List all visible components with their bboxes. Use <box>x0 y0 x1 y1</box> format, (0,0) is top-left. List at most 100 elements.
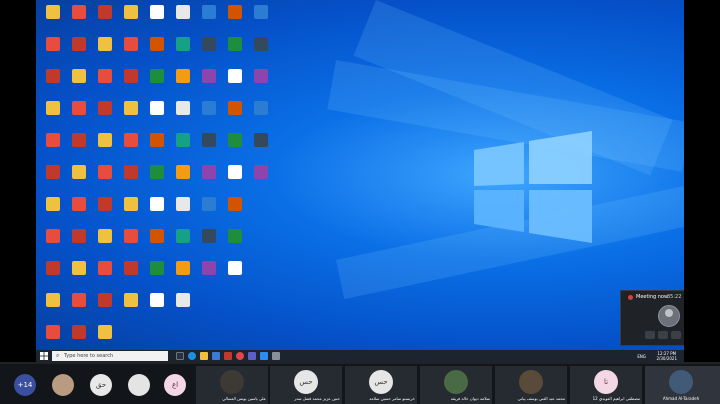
desktop-shortcut-icon[interactable] <box>196 258 222 288</box>
desktop-shortcut-icon[interactable] <box>92 66 118 96</box>
edge-icon[interactable] <box>188 352 196 360</box>
desktop-shortcut-icon[interactable] <box>222 2 248 32</box>
clock[interactable]: 12:27 PM 2/30/2021 <box>656 351 677 361</box>
desktop-shortcut-icon[interactable] <box>196 98 222 128</box>
desktop-shortcut-icon[interactable] <box>170 98 196 128</box>
desktop-shortcut-icon[interactable] <box>170 162 196 192</box>
start-button[interactable] <box>40 352 48 360</box>
desktop-shortcut-icon[interactable] <box>66 322 92 350</box>
desktop-shortcut-icon[interactable] <box>222 226 248 256</box>
desktop-shortcut-icon[interactable] <box>170 130 196 160</box>
desktop-shortcut-icon[interactable] <box>196 194 222 224</box>
app-icon[interactable] <box>272 352 280 360</box>
desktop-shortcut-icon[interactable] <box>144 66 170 96</box>
desktop-shortcut-icon[interactable] <box>40 66 66 96</box>
desktop-shortcut-icon[interactable] <box>170 194 196 224</box>
desktop-shortcut-icon[interactable] <box>118 66 144 96</box>
desktop-shortcut-icon[interactable] <box>196 162 222 192</box>
desktop-shortcut-icon[interactable] <box>40 226 66 256</box>
app-icon[interactable] <box>260 352 268 360</box>
desktop-shortcut-icon[interactable] <box>66 66 92 96</box>
desktop-shortcut-icon[interactable] <box>248 34 274 64</box>
desktop-shortcut-icon[interactable] <box>118 290 144 320</box>
file-explorer-icon[interactable] <box>200 352 208 360</box>
desktop-shortcut-icon[interactable] <box>248 130 274 160</box>
desktop-shortcut-icon[interactable] <box>248 66 274 96</box>
mic-button[interactable] <box>658 331 668 339</box>
language-indicator[interactable]: ENG <box>637 354 646 359</box>
desktop-shortcut-icon[interactable] <box>118 130 144 160</box>
participant-avatar[interactable] <box>52 374 74 396</box>
desktop-shortcut-icon[interactable] <box>66 194 92 224</box>
desktop-shortcut-icon[interactable] <box>66 98 92 128</box>
desktop-shortcut-icon[interactable] <box>40 34 66 64</box>
desktop-shortcut-icon[interactable] <box>170 2 196 32</box>
desktop-shortcut-icon[interactable] <box>66 2 92 32</box>
desktop-shortcut-icon[interactable] <box>92 194 118 224</box>
participant-tile[interactable]: علي ياسين يونس العسالي <box>196 366 268 404</box>
desktop-shortcut-icon[interactable] <box>66 226 92 256</box>
store-icon[interactable] <box>212 352 220 360</box>
desktop-shortcut-icon[interactable] <box>92 2 118 32</box>
desktop-shortcut-icon[interactable] <box>144 98 170 128</box>
desktop-shortcut-icon[interactable] <box>144 2 170 32</box>
desktop-shortcut-icon[interactable] <box>222 194 248 224</box>
desktop-shortcut-icon[interactable] <box>118 98 144 128</box>
desktop-shortcut-icon[interactable] <box>66 258 92 288</box>
desktop-shortcut-icon[interactable] <box>170 226 196 256</box>
desktop-shortcut-icon[interactable] <box>196 34 222 64</box>
desktop-shortcut-icon[interactable] <box>118 34 144 64</box>
desktop-shortcut-icon[interactable] <box>170 66 196 96</box>
desktop-shortcut-icon[interactable] <box>92 130 118 160</box>
chrome-icon[interactable] <box>236 352 244 360</box>
participant-avatar[interactable]: اع <box>164 374 186 396</box>
participant-avatar[interactable] <box>128 374 150 396</box>
desktop-shortcut-icon[interactable] <box>118 194 144 224</box>
desktop-shortcut-icon[interactable] <box>222 98 248 128</box>
task-view-icon[interactable] <box>176 352 184 360</box>
participant-tile[interactable]: حس حنين عزيز محمد فضل سدر <box>270 366 342 404</box>
desktop-shortcut-icon[interactable] <box>222 34 248 64</box>
desktop-shortcut-icon[interactable] <box>144 194 170 224</box>
desktop-shortcut-icon[interactable] <box>40 130 66 160</box>
desktop-shortcut-icon[interactable] <box>92 290 118 320</box>
share-button[interactable] <box>671 331 681 339</box>
desktop-shortcut-icon[interactable] <box>40 162 66 192</box>
desktop-shortcut-icon[interactable] <box>222 258 248 288</box>
desktop-shortcut-icon[interactable] <box>144 258 170 288</box>
camera-button[interactable] <box>645 331 655 339</box>
participant-tile[interactable]: سلامة ديوان خالد فريقة <box>420 366 492 404</box>
desktop-shortcut-icon[interactable] <box>92 226 118 256</box>
desktop-shortcut-icon[interactable] <box>92 34 118 64</box>
desktop-shortcut-icon[interactable] <box>66 290 92 320</box>
participant-tile[interactable]: حس خريستو سامر حسين سلامة <box>345 366 417 404</box>
participant-tile[interactable]: محمد عبد الغني يوسف بياني <box>495 366 567 404</box>
participant-tile[interactable]: Ahmad Al-Taradeh <box>645 366 720 404</box>
desktop-shortcut-icon[interactable] <box>118 226 144 256</box>
desktop-shortcut-icon[interactable] <box>66 162 92 192</box>
desktop-shortcut-icon[interactable] <box>92 162 118 192</box>
more-participants-button[interactable]: +14 <box>14 374 36 396</box>
desktop-shortcut-icon[interactable] <box>92 258 118 288</box>
desktop-shortcut-icon[interactable] <box>170 34 196 64</box>
desktop-shortcut-icon[interactable] <box>40 322 66 350</box>
desktop-shortcut-icon[interactable] <box>92 98 118 128</box>
desktop-shortcut-icon[interactable] <box>170 290 196 320</box>
meeting-widget[interactable]: Meeting now 35:22 – <box>620 290 684 346</box>
participant-avatar[interactable]: حق <box>90 374 112 396</box>
desktop-shortcut-icon[interactable] <box>66 130 92 160</box>
desktop-shortcut-icon[interactable] <box>248 2 274 32</box>
app-icon[interactable] <box>224 352 232 360</box>
search-box[interactable]: ⌕ Type here to search <box>52 351 168 361</box>
desktop-shortcut-icon[interactable] <box>118 162 144 192</box>
desktop-shortcut-icon[interactable] <box>66 34 92 64</box>
desktop-shortcut-icon[interactable] <box>118 258 144 288</box>
desktop-shortcut-icon[interactable] <box>40 194 66 224</box>
desktop-shortcut-icon[interactable] <box>40 290 66 320</box>
desktop-shortcut-icon[interactable] <box>170 258 196 288</box>
desktop-shortcut-icon[interactable] <box>40 2 66 32</box>
desktop-shortcut-icon[interactable] <box>196 130 222 160</box>
desktop-shortcut-icon[interactable] <box>222 162 248 192</box>
teams-icon[interactable] <box>248 352 256 360</box>
desktop-shortcut-icon[interactable] <box>248 98 274 128</box>
